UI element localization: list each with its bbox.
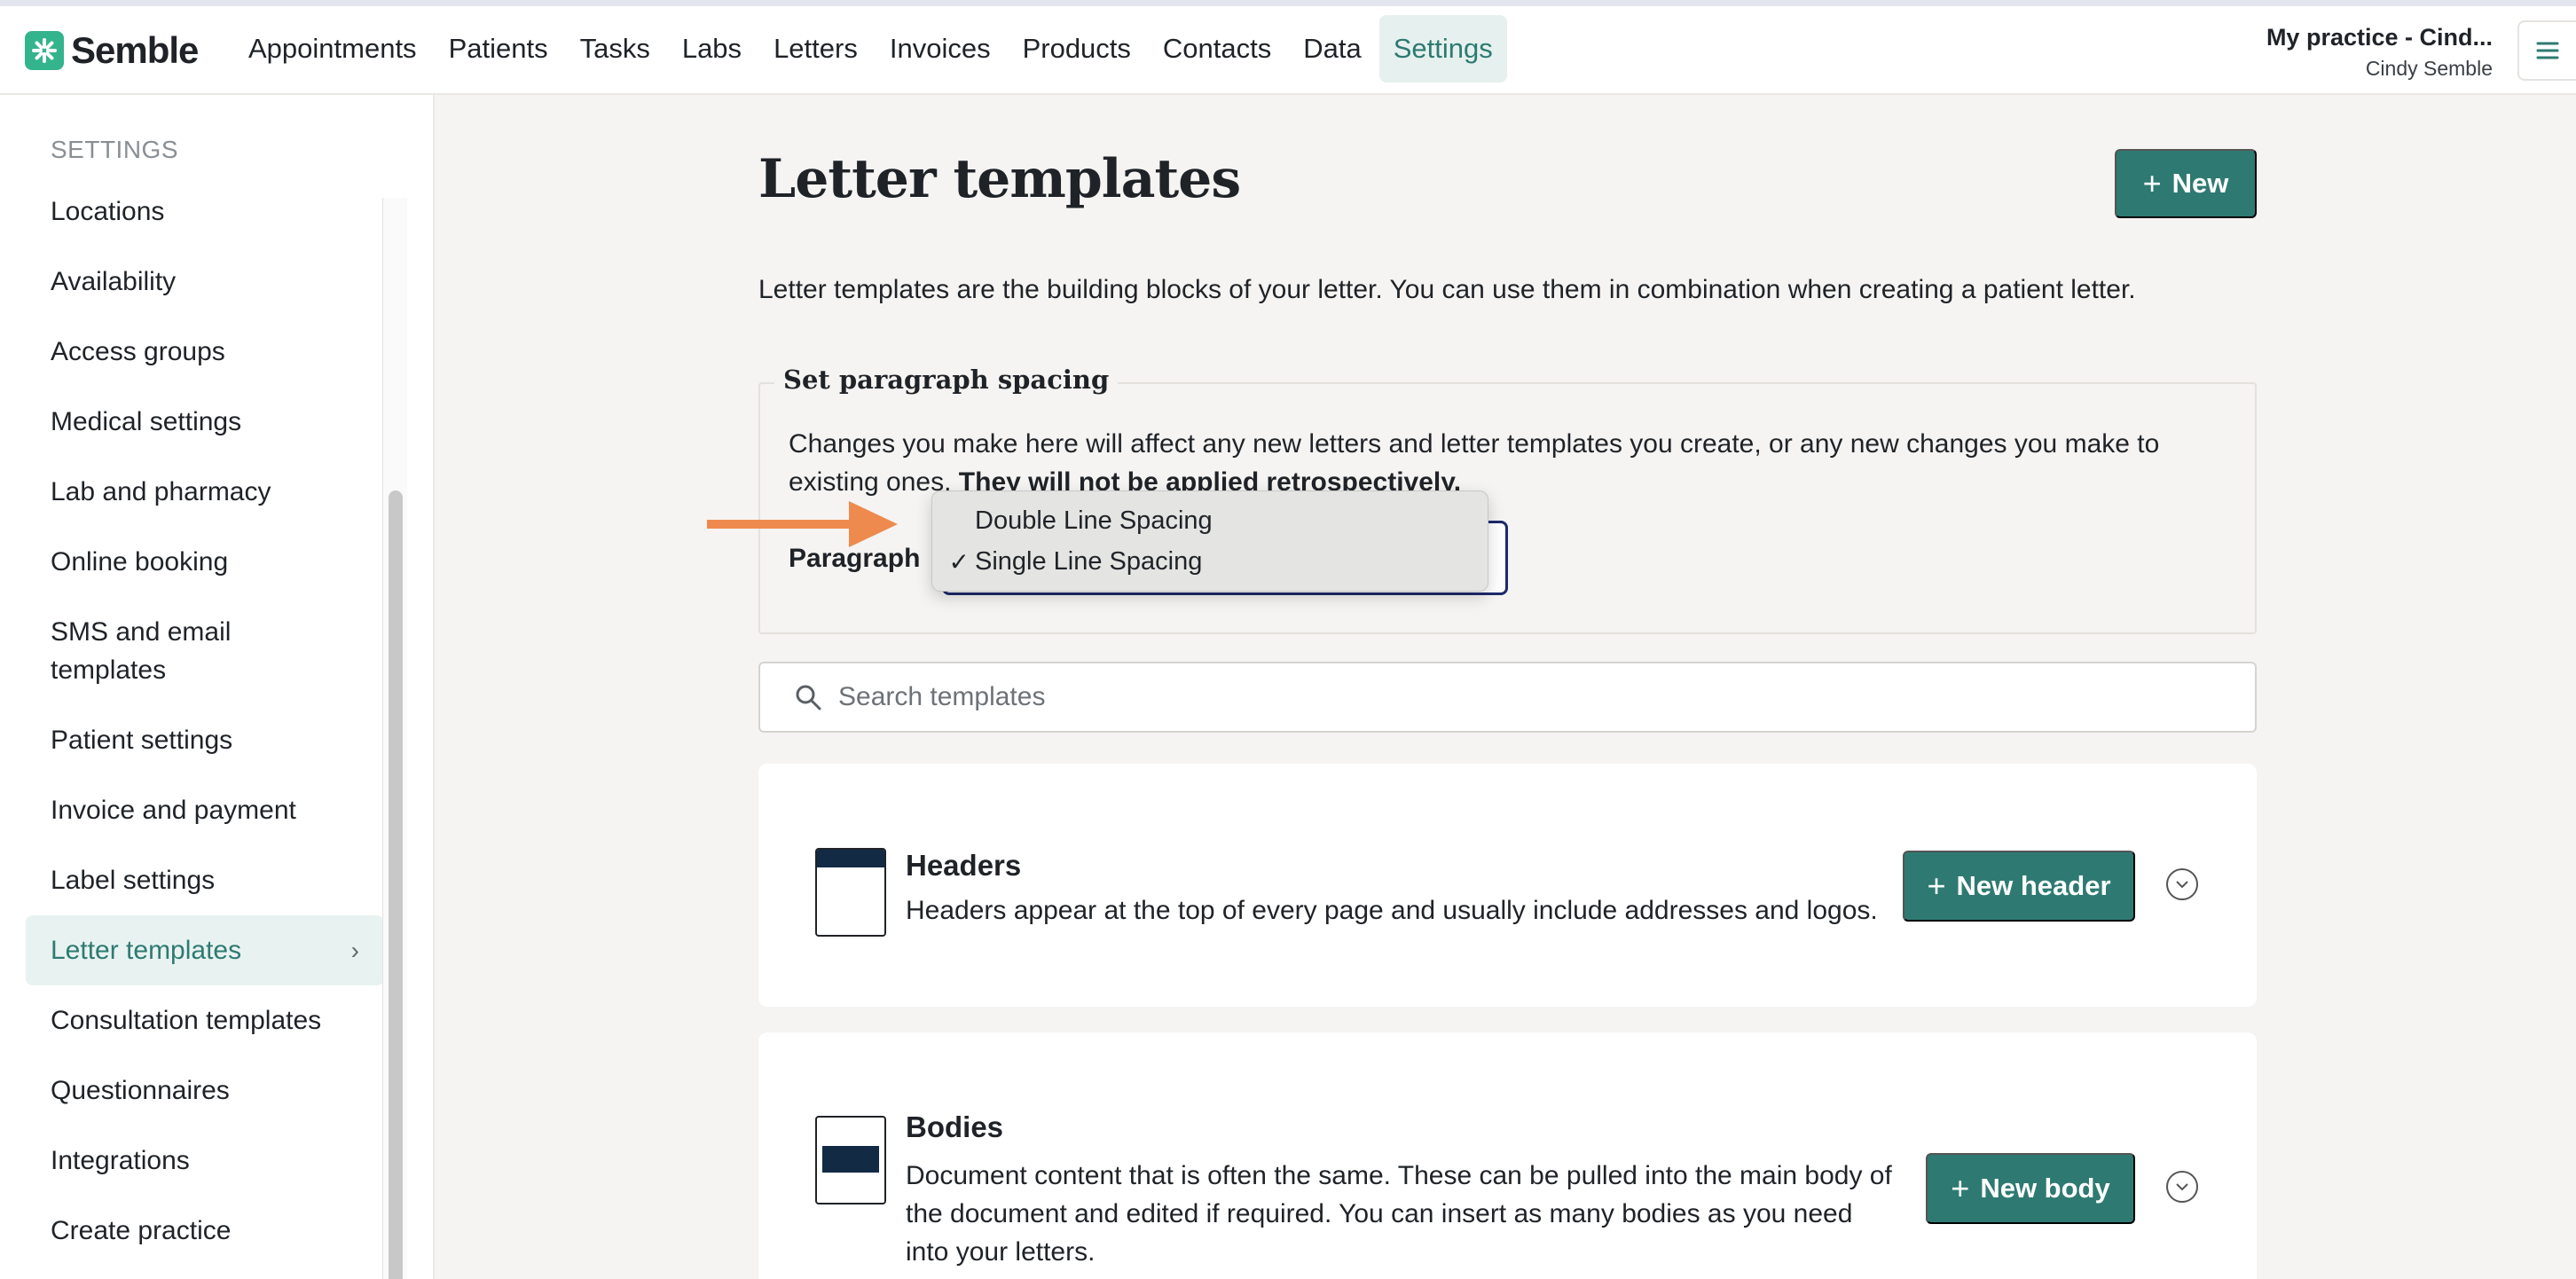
app-name: Semble xyxy=(71,29,199,71)
sidebar-item-letter-templates[interactable]: Letter templates › xyxy=(26,915,384,985)
sidebar-item-sms-email-templates[interactable]: SMS and email templates xyxy=(26,597,384,705)
option-double-line-spacing[interactable]: Double Line Spacing xyxy=(932,500,1488,541)
sidebar-item-label: Letter templates xyxy=(51,936,242,965)
nav-labs[interactable]: Labs xyxy=(668,15,756,82)
sidebar-item-label: SMS and email templates xyxy=(51,617,232,685)
bodies-card: Bodies Document content that is often th… xyxy=(758,1032,2257,1279)
search-bar xyxy=(758,662,2257,733)
main-nav: Appointments Patients Tasks Labs Letters… xyxy=(234,15,1511,82)
expand-bodies-chevron-icon[interactable] xyxy=(2166,1171,2198,1203)
user-name: Cindy Semble xyxy=(2365,57,2493,80)
bodies-description: Document content that is often the same.… xyxy=(906,1161,1892,1267)
chevron-right-icon: › xyxy=(350,937,359,964)
nav-settings[interactable]: Settings xyxy=(1378,15,1507,82)
sidebar-item-lab-and-pharmacy[interactable]: Lab and pharmacy xyxy=(26,457,384,527)
new-header-button[interactable]: + New header xyxy=(1903,851,2135,922)
plus-icon: + xyxy=(1927,867,1946,904)
sidebar-item-online-booking[interactable]: Online booking xyxy=(26,527,384,597)
search-templates-input[interactable] xyxy=(838,682,2169,712)
sidebar-item-questionnaires[interactable]: Questionnaires xyxy=(26,1055,384,1126)
sidebar-item-label: Label settings xyxy=(51,866,216,895)
sidebar-item-label: Availability xyxy=(51,267,177,296)
new-body-button[interactable]: + New body xyxy=(1926,1153,2135,1224)
annotation-arrow-icon xyxy=(707,501,898,547)
sidebar-item-patient-settings[interactable]: Patient settings xyxy=(26,705,384,775)
nav-invoices[interactable]: Invoices xyxy=(876,15,1005,82)
sidebar-item-label: Medical settings xyxy=(51,407,242,436)
nav-products[interactable]: Products xyxy=(1009,15,1145,82)
sidebar-list: Locations Availability Access groups Med… xyxy=(26,177,384,1266)
body-template-icon xyxy=(815,1116,886,1204)
practice-switcher[interactable]: My practice - Cind... Cindy Semble xyxy=(2138,20,2493,82)
plus-icon: + xyxy=(2142,165,2162,201)
sidebar-item-medical-settings[interactable]: Medical settings xyxy=(26,387,384,457)
nav-data[interactable]: Data xyxy=(1289,15,1375,82)
intro-text: Letter templates are the building blocks… xyxy=(758,275,2136,304)
nav-patients[interactable]: Patients xyxy=(435,15,562,82)
sidebar-item-label: Access groups xyxy=(51,337,225,366)
sidebar-item-label: Online booking xyxy=(51,547,229,577)
new-button-label: New xyxy=(2172,168,2229,199)
sidebar-item-access-groups[interactable]: Access groups xyxy=(26,317,384,387)
page-title: Letter templates xyxy=(758,148,1241,210)
fieldset-legend: Set paragraph spacing xyxy=(774,365,1119,395)
sidebar-item-consultation-templates[interactable]: Consultation templates xyxy=(26,985,384,1055)
sidebar-scrollbar[interactable] xyxy=(382,198,407,1279)
header-template-icon xyxy=(815,848,886,937)
settings-sidebar: SETTINGS Locations Availability Access g… xyxy=(0,95,435,1279)
new-header-label: New header xyxy=(1956,870,2111,901)
headers-description: Headers appear at the top of every page … xyxy=(906,896,1878,925)
bodies-title: Bodies xyxy=(906,1110,1004,1143)
option-single-line-spacing[interactable]: ✓ Single Line Spacing xyxy=(932,541,1488,582)
sidebar-heading: SETTINGS xyxy=(51,136,179,163)
sidebar-item-availability[interactable]: Availability xyxy=(26,247,384,317)
option-label: Double Line Spacing xyxy=(975,506,1213,535)
spacing-dropdown-menu: Double Line Spacing ✓ Single Line Spacin… xyxy=(931,490,1488,592)
checkmark-icon: ✓ xyxy=(948,547,970,576)
new-template-button[interactable]: + New xyxy=(2115,149,2257,218)
search-icon xyxy=(796,685,821,710)
option-label: Single Line Spacing xyxy=(975,546,1203,576)
paragraph-label: Paragraph xyxy=(789,544,921,573)
headers-card: Headers Headers appear at the top of eve… xyxy=(758,764,2257,1007)
sidebar-item-label: Consultation templates xyxy=(51,1006,322,1035)
sidebar-item-integrations[interactable]: Integrations xyxy=(26,1126,384,1196)
sidebar-item-label: Create practice xyxy=(51,1216,232,1245)
semble-logo-icon xyxy=(25,31,64,70)
hamburger-menu-button[interactable] xyxy=(2517,20,2576,81)
expand-headers-chevron-icon[interactable] xyxy=(2166,868,2198,900)
plus-icon: + xyxy=(1951,1170,1970,1206)
sidebar-item-label: Lab and pharmacy xyxy=(51,477,271,506)
sidebar-item-create-practice[interactable]: Create practice xyxy=(26,1196,384,1266)
headers-title: Headers xyxy=(906,849,1022,882)
hamburger-icon xyxy=(2536,42,2559,59)
sidebar-item-label: Integrations xyxy=(51,1146,190,1175)
semble-logo[interactable]: Semble xyxy=(25,29,199,72)
sidebar-item-label: Patient settings xyxy=(51,726,233,755)
sidebar-item-label: Questionnaires xyxy=(51,1076,230,1105)
sidebar-scrollbar-thumb[interactable] xyxy=(389,490,403,1279)
sidebar-item-label: Invoice and payment xyxy=(51,796,296,825)
sidebar-item-label: Locations xyxy=(51,197,165,226)
new-body-label: New body xyxy=(1980,1173,2110,1204)
top-navigation-bar: Semble Appointments Patients Tasks Labs … xyxy=(0,6,2576,95)
practice-name: My practice - Cind... xyxy=(2266,24,2493,51)
nav-letters[interactable]: Letters xyxy=(759,15,872,82)
nav-contacts[interactable]: Contacts xyxy=(1149,15,1285,82)
sidebar-item-locations[interactable]: Locations xyxy=(26,177,384,247)
sidebar-item-label-settings[interactable]: Label settings xyxy=(26,845,384,915)
nav-tasks[interactable]: Tasks xyxy=(566,15,664,82)
browser-top-strip xyxy=(0,0,2576,6)
nav-appointments[interactable]: Appointments xyxy=(234,15,431,82)
sidebar-item-invoice-and-payment[interactable]: Invoice and payment xyxy=(26,775,384,845)
